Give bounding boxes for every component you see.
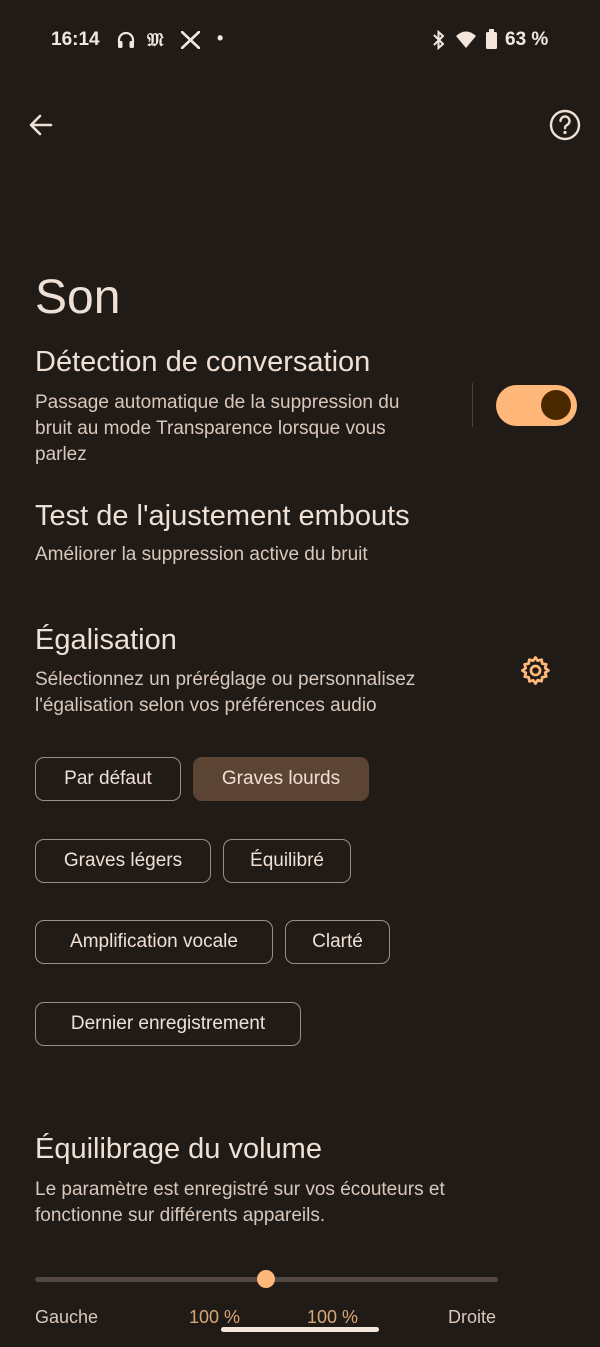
page-title: Son <box>35 271 121 324</box>
eq-preset-light-bass[interactable]: Graves légers <box>35 839 211 883</box>
headphones-icon <box>117 31 135 48</box>
gesture-home-indicator[interactable] <box>221 1327 379 1332</box>
balance-left-label: Gauche <box>35 1307 99 1327</box>
wifi-icon <box>456 31 476 48</box>
le-monde-icon: 𝔐 <box>147 30 164 51</box>
conversation-detection-title: Détection de conversation <box>35 346 371 378</box>
conversation-detection-description: Passage automatique de la suppression du… <box>35 392 400 465</box>
eartip-fit-test-setting[interactable]: Test de l'ajustement embouts Améliorer l… <box>0 495 600 575</box>
x-icon <box>181 31 200 49</box>
volume-balance-title: Équilibrage du volume <box>35 1133 322 1165</box>
balance-right-value: 100 % <box>307 1307 359 1327</box>
overflow-dot: • <box>217 28 224 48</box>
eartip-fit-test-title: Test de l'ajustement embouts <box>35 500 410 532</box>
volume-balance-description: Le paramètre est enregistré sur vos écou… <box>35 1179 445 1226</box>
eartip-fit-test-description: Améliorer la suppression active du bruit <box>35 544 368 565</box>
eq-preset-balanced[interactable]: Équilibré <box>223 839 351 883</box>
equalizer-title: Égalisation <box>35 624 177 656</box>
eq-preset-default[interactable]: Par défaut <box>35 757 181 801</box>
eq-preset-clarity[interactable]: Clarté <box>285 920 390 964</box>
back-arrow-icon[interactable] <box>26 110 56 140</box>
balance-right-label: Droite <box>448 1307 497 1327</box>
bluetooth-icon <box>433 30 445 50</box>
help-icon[interactable] <box>548 108 582 142</box>
gear-icon[interactable] <box>519 654 552 687</box>
equalizer-description: Sélectionnez un préréglage ou personnali… <box>35 669 416 716</box>
divider <box>472 383 473 427</box>
battery-percentage: 63 % <box>505 29 549 50</box>
volume-balance-slider-thumb[interactable] <box>257 1270 275 1288</box>
balance-left-value: 100 % <box>189 1307 241 1327</box>
eq-preset-last-saved[interactable]: Dernier enregistrement <box>35 1002 301 1046</box>
conversation-detection-setting[interactable]: Détection de conversation Passage automa… <box>0 340 470 470</box>
conversation-detection-toggle[interactable] <box>496 385 577 426</box>
toggle-thumb <box>541 390 571 420</box>
eq-preset-heavy-bass[interactable]: Graves lourds <box>193 757 369 801</box>
battery-icon <box>486 29 497 49</box>
status-time: 16:14 <box>51 29 100 50</box>
eq-preset-vocal-boost[interactable]: Amplification vocale <box>35 920 273 964</box>
